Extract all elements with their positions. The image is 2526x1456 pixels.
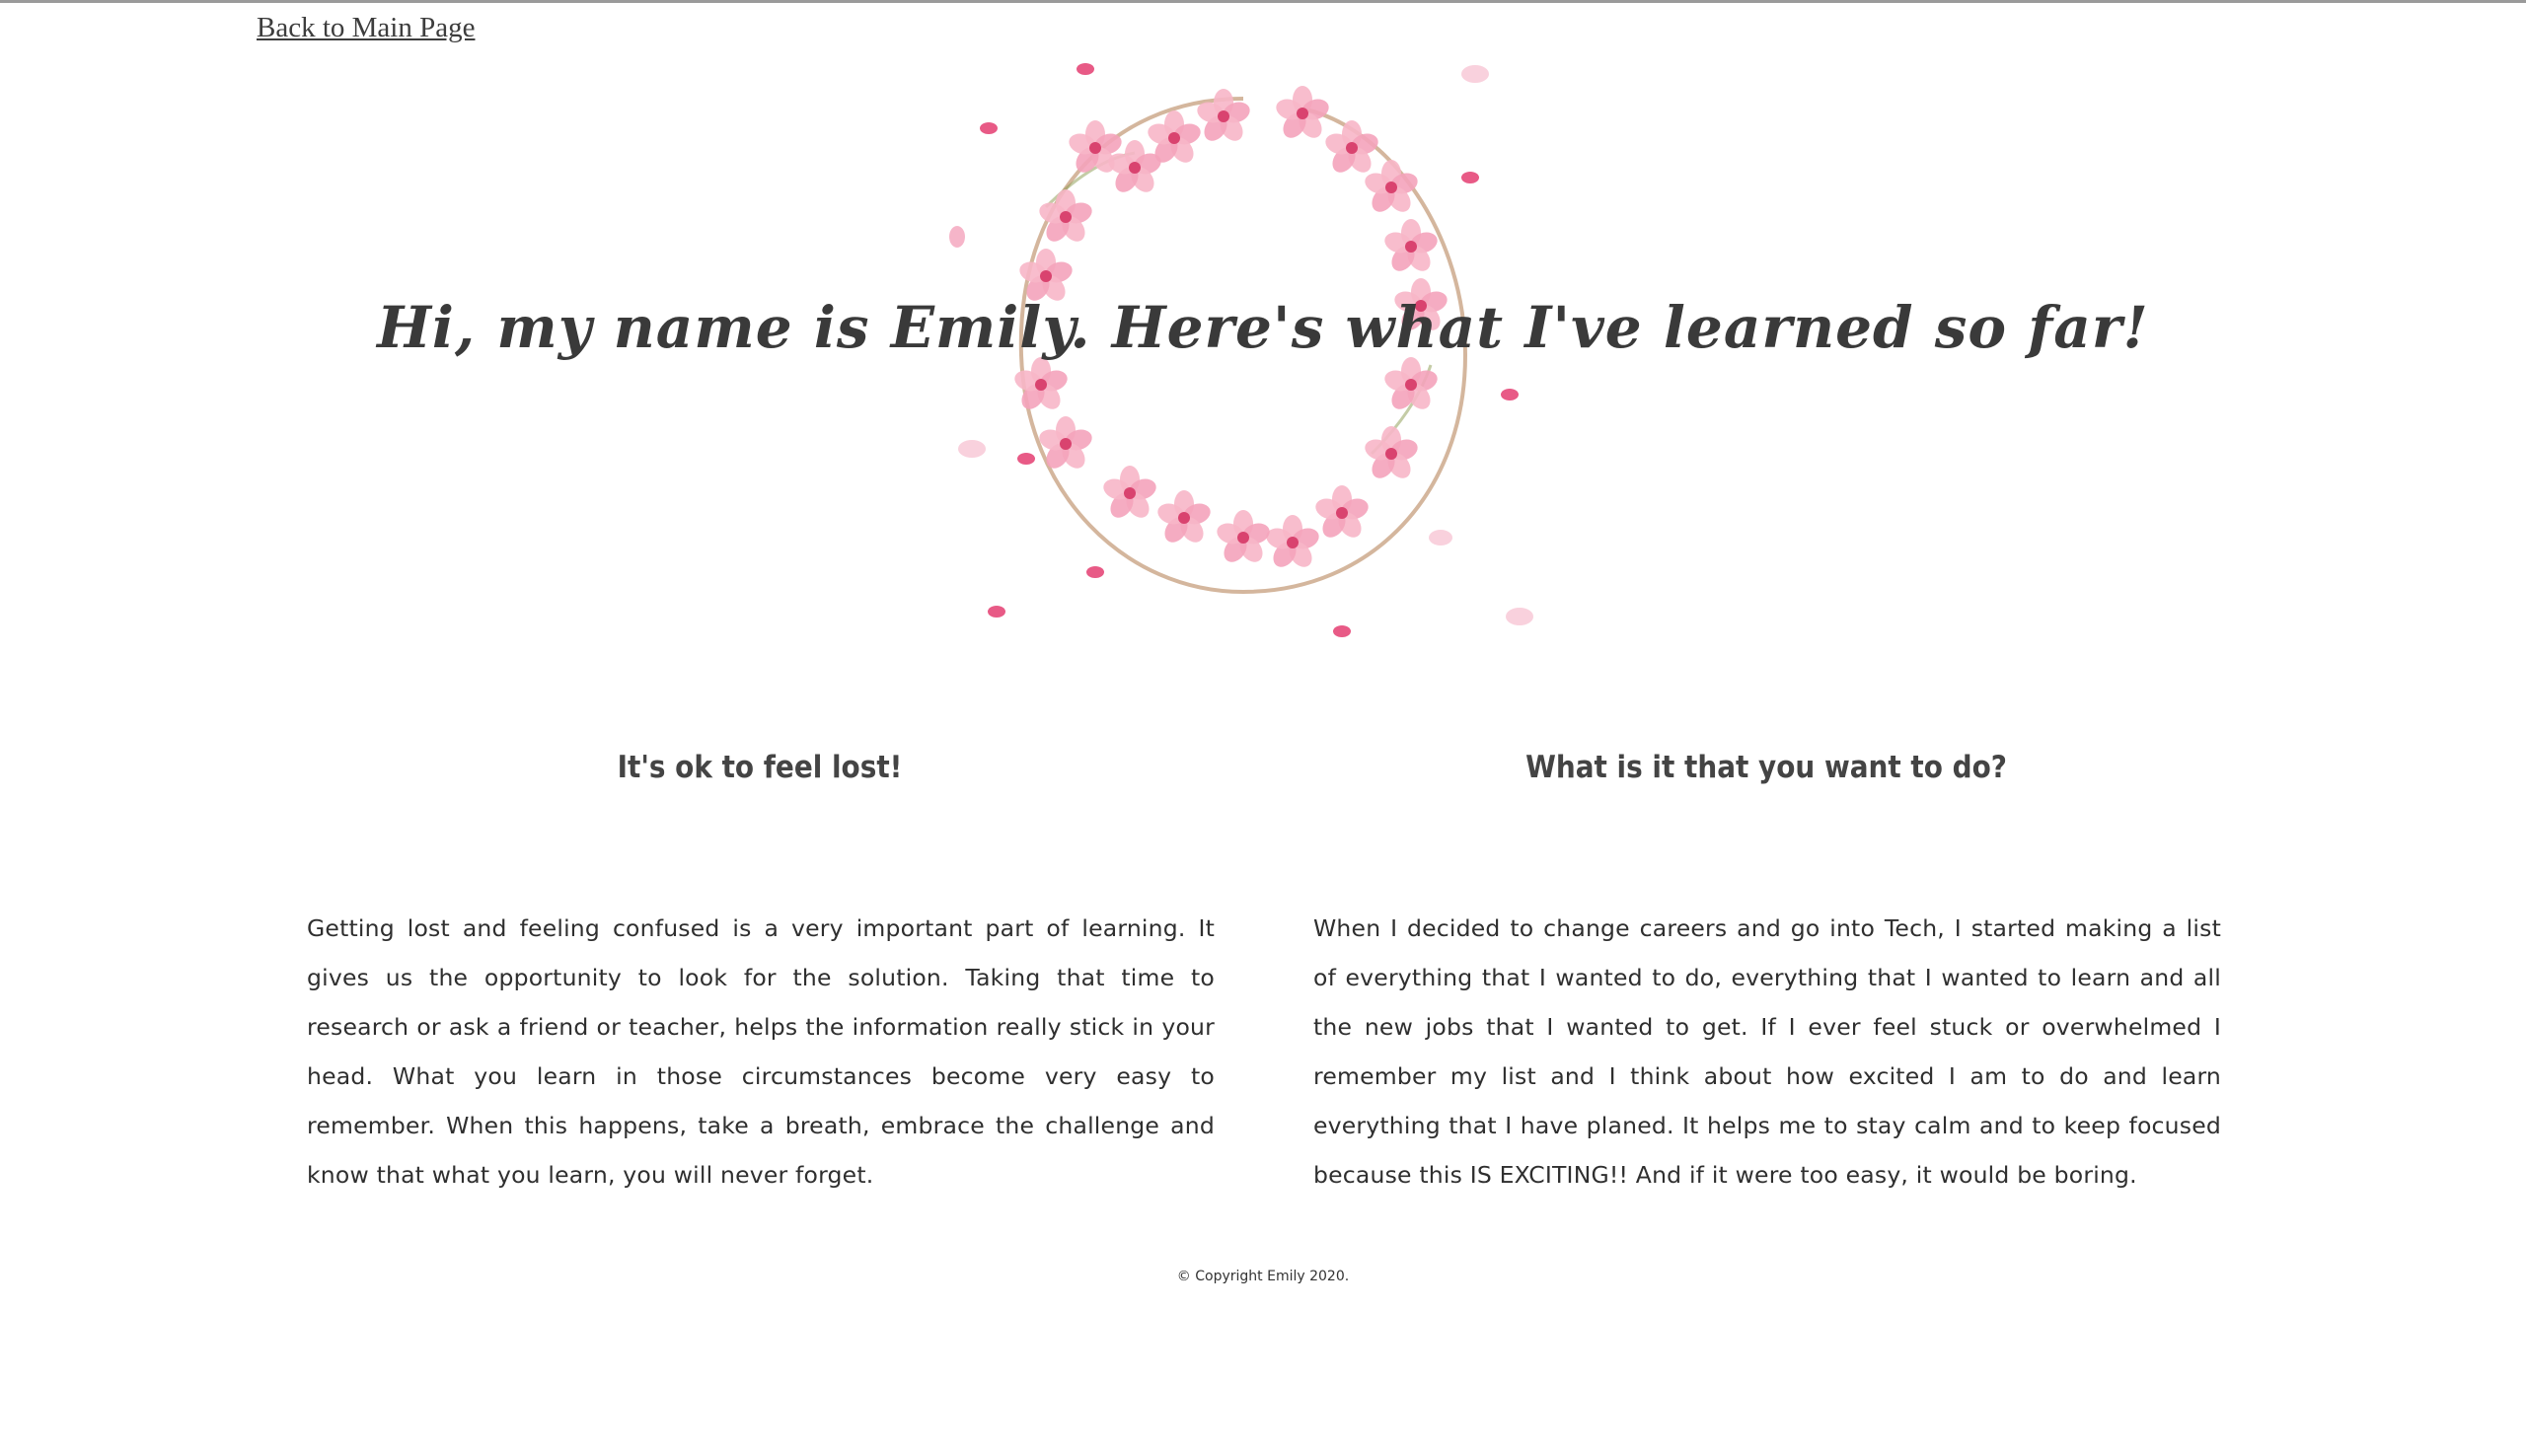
back-to-main-link[interactable]: Back to Main Page	[257, 12, 475, 44]
section-body-want-to-do: When I decided to change careers and go …	[1313, 914, 2221, 1189]
page-title: Hi, my name is Emily. Here's what I've l…	[377, 294, 2149, 361]
section-body-feel-lost: Getting lost and feeling confused is a v…	[307, 914, 1215, 1189]
section-heading-want-to-do: What is it that you want to do?	[1525, 750, 2007, 785]
top-border	[0, 0, 2526, 3]
footer-copyright: © Copyright Emily 2020.	[1176, 1269, 1350, 1284]
section-heading-feel-lost: It's ok to feel lost!	[617, 750, 903, 785]
